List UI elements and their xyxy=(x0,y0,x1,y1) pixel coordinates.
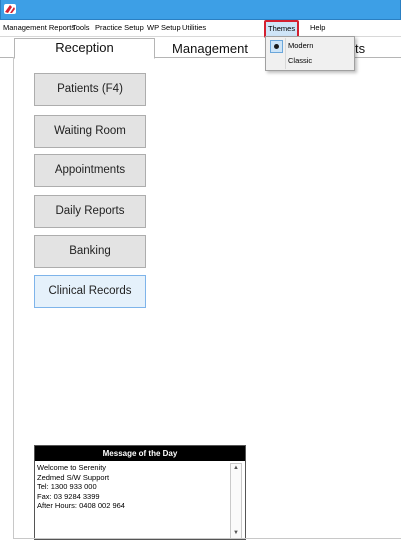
menu-utilities[interactable]: Utilities xyxy=(182,23,206,33)
motd-scrollbar[interactable]: ▲ ▼ xyxy=(230,463,242,539)
tab-reception[interactable]: Reception xyxy=(14,38,155,59)
panel-border xyxy=(13,57,14,539)
waiting-room-button[interactable]: Waiting Room xyxy=(34,115,146,148)
menu-help[interactable]: Help xyxy=(310,23,325,33)
theme-option-label: Classic xyxy=(288,56,313,65)
patients-button[interactable]: Patients (F4) xyxy=(34,73,146,106)
menu-practice-setup[interactable]: Practice Setup xyxy=(95,23,144,33)
theme-option-classic[interactable]: Classic xyxy=(266,53,354,68)
scroll-up-icon[interactable]: ▲ xyxy=(231,464,241,473)
menu-management-reports[interactable]: Management Reports xyxy=(3,23,75,33)
tab-partial-label[interactable]: ts xyxy=(355,41,365,56)
message-of-the-day-panel: Message of the Day Welcome to Serenity Z… xyxy=(34,445,246,540)
theme-option-label: Modern xyxy=(288,41,314,50)
menu-wp-setup[interactable]: WP Setup xyxy=(147,23,181,33)
motd-line: Tel: 1300 933 000 xyxy=(37,482,97,492)
tab-management[interactable]: Management xyxy=(155,40,265,57)
themes-dropdown: Modern Classic xyxy=(265,36,355,71)
radio-checked-icon xyxy=(270,40,283,53)
panel-bottom-border xyxy=(13,538,401,539)
menu-bar: Management Reports Tools Practice Setup … xyxy=(0,20,401,38)
title-bar xyxy=(0,0,401,20)
theme-option-modern[interactable]: Modern xyxy=(266,38,354,53)
motd-title: Message of the Day xyxy=(35,446,245,461)
app-logo-icon xyxy=(4,4,16,14)
motd-text[interactable]: Welcome to Serenity Zedmed S/W Support T… xyxy=(37,463,229,511)
scroll-down-icon[interactable]: ▼ xyxy=(231,529,241,538)
appointments-button[interactable]: Appointments xyxy=(34,154,146,187)
menu-tools[interactable]: Tools xyxy=(72,23,90,33)
motd-line: Zedmed S/W Support xyxy=(37,472,110,482)
motd-line: Fax: 03 9284 3399 xyxy=(37,491,100,501)
motd-line: After Hours: 0408 002 964 xyxy=(37,501,125,511)
banking-button[interactable]: Banking xyxy=(34,235,146,268)
daily-reports-button[interactable]: Daily Reports xyxy=(34,195,146,228)
clinical-records-button[interactable]: Clinical Records xyxy=(34,275,146,308)
motd-line: Welcome to Serenity xyxy=(37,463,107,472)
